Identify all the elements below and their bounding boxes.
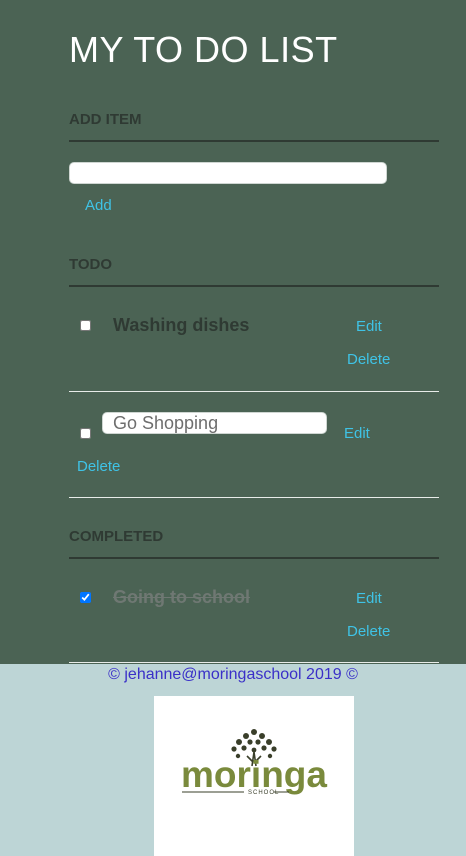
todo-app: MY TO DO LIST ADD ITEM Add TODO Washing … — [0, 0, 466, 664]
footer-copyright: © jehanne@moringaschool 2019 © — [108, 666, 358, 683]
edit-button[interactable]: Edit — [356, 318, 382, 336]
item-divider — [69, 662, 439, 663]
moringa-school-logo: moringa SCHOOL — [154, 696, 354, 856]
new-item-input[interactable] — [69, 162, 387, 184]
delete-button[interactable]: Delete — [347, 623, 390, 641]
edit-button[interactable]: Edit — [356, 590, 382, 608]
add-item-heading: ADD ITEM — [69, 111, 439, 142]
add-button[interactable]: Add — [85, 197, 112, 215]
moringa-school-logo-icon: moringa SCHOOL — [181, 729, 327, 796]
delete-button[interactable]: Delete — [347, 351, 390, 369]
logo-subtext: SCHOOL — [248, 790, 279, 796]
todo-item-edit-input[interactable] — [102, 412, 327, 434]
todo-heading: TODO — [69, 256, 439, 287]
todo-item-checkbox[interactable] — [80, 428, 91, 439]
delete-button[interactable]: Delete — [77, 458, 120, 476]
completed-heading: COMPLETED — [69, 528, 439, 559]
todo-item-checkbox[interactable] — [80, 320, 91, 331]
edit-button[interactable]: Edit — [344, 425, 370, 443]
todo-item-label: Washing dishes — [113, 315, 250, 335]
item-divider — [69, 497, 439, 498]
logo-wordmark: moringa — [181, 754, 327, 795]
completed-item-label: Going to school — [113, 587, 250, 607]
item-divider — [69, 391, 439, 392]
page-title: MY TO DO LIST — [69, 29, 338, 70]
completed-item-checkbox[interactable] — [80, 592, 91, 603]
